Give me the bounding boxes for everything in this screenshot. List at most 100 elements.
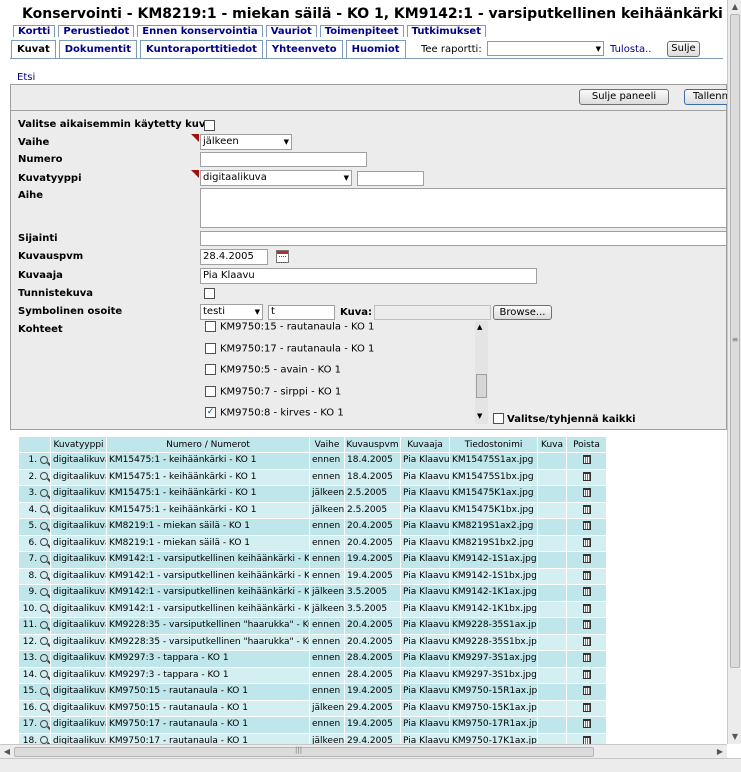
photographer-input[interactable]: Pia Klaavu (200, 268, 537, 284)
print-link[interactable]: Tulosta.. (610, 44, 651, 55)
magnifier-icon[interactable] (40, 637, 48, 646)
page-vertical-scroll-thumb[interactable] (730, 14, 740, 668)
image-cell (537, 584, 567, 602)
magnifier-icon[interactable] (40, 587, 48, 596)
magnifier-icon[interactable] (40, 571, 48, 580)
magnifier-icon[interactable] (40, 653, 48, 662)
tab-huomiot[interactable]: Huomiot (345, 40, 406, 58)
symbolic-address-input[interactable]: t (268, 305, 335, 320)
tab-yhteenveto[interactable]: Yhteenveto (265, 40, 343, 58)
number-input[interactable] (200, 152, 367, 167)
scroll-up-icon[interactable]: ▲ (728, 0, 741, 14)
tab-dokumentit[interactable]: Dokumentit (58, 40, 137, 58)
image-file-input[interactable] (374, 305, 491, 320)
targets-scroll-thumb[interactable] (476, 374, 487, 398)
trash-icon[interactable] (582, 537, 591, 547)
trash-icon[interactable] (582, 488, 591, 498)
target-checkbox[interactable] (205, 343, 216, 354)
scroll-up-icon[interactable]: ▲ (477, 323, 482, 331)
close-button[interactable]: Sulje (667, 41, 700, 57)
target-checkbox-checked[interactable]: ✓ (205, 407, 216, 418)
previous-image-label: Valitse aikaisemmin käytetty kuva (18, 119, 213, 130)
trash-icon[interactable] (582, 554, 591, 564)
trash-icon[interactable] (582, 653, 591, 663)
target-item[interactable]: KM9750:7 - sirppi - KO 1 (205, 386, 341, 398)
magnifier-icon[interactable] (40, 505, 48, 514)
column-header[interactable]: Numero / Numerot (106, 436, 310, 453)
targets-scrollbar[interactable]: ▲ ▼ (475, 321, 488, 424)
target-item[interactable]: KM9750:5 - avain - KO 1 (205, 364, 341, 376)
scroll-down-icon[interactable]: ▼ (728, 730, 741, 744)
page-horizontal-scroll-thumb[interactable] (14, 746, 594, 757)
magnifier-icon[interactable] (40, 521, 48, 530)
calendar-icon[interactable] (276, 250, 289, 263)
target-checkbox[interactable] (205, 321, 216, 332)
trash-icon[interactable] (582, 735, 591, 744)
trash-icon[interactable] (582, 455, 591, 465)
magnifier-icon[interactable] (40, 538, 48, 547)
report-select[interactable]: ▼ (487, 41, 604, 56)
target-checkbox[interactable] (205, 386, 216, 397)
tab-tutkimukset[interactable]: Tutkimukset (406, 25, 486, 37)
select-all-checkbox[interactable] (493, 413, 504, 424)
symbolic-address-select[interactable]: testi ▼ (200, 304, 263, 320)
magnifier-icon[interactable] (40, 488, 48, 497)
column-header[interactable]: Kuvaaja (400, 436, 450, 453)
tab-toimenpiteet[interactable]: Toimenpiteet (319, 25, 404, 37)
tab-ennen-konservointia[interactable]: Ennen konservointia (137, 25, 263, 37)
browse-button[interactable]: Browse... (493, 305, 552, 320)
magnifier-icon[interactable] (40, 472, 48, 481)
image-type-select[interactable]: digitaalikuva ▼ (200, 170, 352, 186)
trash-icon[interactable] (582, 620, 591, 630)
magnifier-icon[interactable] (40, 620, 48, 629)
trash-icon[interactable] (582, 686, 591, 696)
trash-icon[interactable] (582, 669, 591, 679)
subject-textarea[interactable] (200, 188, 727, 228)
magnifier-icon[interactable] (40, 686, 48, 695)
image-cell (537, 600, 567, 618)
column-header[interactable]: Kuvauspvm (344, 436, 401, 453)
scroll-down-icon[interactable]: ▼ (477, 412, 482, 420)
search-link[interactable]: Etsi (17, 72, 35, 83)
location-input[interactable] (200, 231, 727, 246)
phase-select[interactable]: jälkeen ▼ (200, 134, 292, 150)
scroll-left-icon[interactable]: ◀ (0, 745, 14, 759)
tab-perustiedot[interactable]: Perustiedot (58, 25, 135, 37)
tab-vauriot[interactable]: Vauriot (265, 25, 317, 37)
trash-icon[interactable] (582, 521, 591, 531)
trash-icon[interactable] (582, 504, 591, 514)
page-horizontal-scrollbar[interactable]: ◀ ▶ (0, 744, 727, 758)
trash-icon[interactable] (582, 702, 591, 712)
magnifier-icon[interactable] (40, 719, 48, 728)
trash-icon[interactable] (582, 587, 591, 597)
magnifier-icon[interactable] (40, 604, 48, 613)
trash-icon[interactable] (582, 570, 591, 580)
tab-kuvat[interactable]: Kuvat (11, 40, 56, 59)
page-vertical-scrollbar[interactable]: ▲ ▼ (727, 0, 741, 744)
trash-icon[interactable] (582, 603, 591, 613)
trash-icon[interactable] (582, 471, 591, 481)
date-input[interactable]: 28.4.2005 (200, 249, 268, 265)
target-item[interactable]: KM9750:17 - rautanaula - KO 1 (205, 343, 374, 355)
trash-icon[interactable] (582, 719, 591, 729)
save-button[interactable]: Tallenna (684, 89, 727, 105)
target-item[interactable]: KM9750:15 - rautanaula - KO 1 (205, 321, 374, 333)
magnifier-icon[interactable] (40, 703, 48, 712)
magnifier-icon[interactable] (40, 670, 48, 679)
magnifier-icon[interactable] (40, 455, 48, 464)
image-type-extra-input[interactable] (357, 171, 424, 186)
column-header[interactable]: Vaihe (309, 436, 345, 453)
magnifier-icon[interactable] (40, 736, 48, 744)
scroll-right-icon[interactable]: ▶ (713, 745, 727, 759)
previous-image-checkbox[interactable] (204, 120, 215, 131)
close-panel-button[interactable]: Sulje paneeli (579, 89, 669, 105)
identification-image-checkbox[interactable] (204, 288, 215, 299)
magnifier-icon[interactable] (40, 554, 48, 563)
target-item[interactable]: ✓ KM9750:8 - kirves - KO 1 (205, 407, 344, 419)
tab-kortti[interactable]: Kortti (13, 25, 56, 37)
column-header[interactable]: Tiedostonimi (449, 436, 538, 453)
column-header[interactable]: Kuvatyyppi (50, 436, 107, 453)
tab-kuntoraporttitiedot[interactable]: Kuntoraporttitiedot (140, 40, 263, 58)
target-checkbox[interactable] (205, 364, 216, 375)
trash-icon[interactable] (582, 636, 591, 646)
